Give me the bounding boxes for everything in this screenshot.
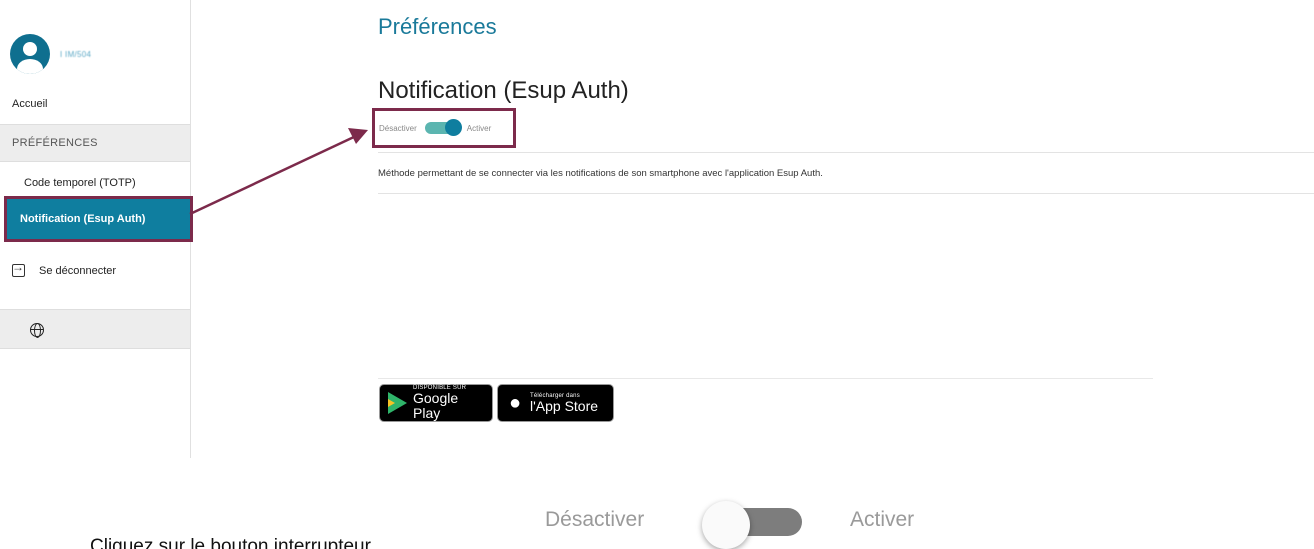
google-play-big-text: Google Play — [413, 390, 459, 422]
toggle-on-label: Activer — [466, 123, 492, 133]
toggle-off-label: Désactiver — [379, 123, 417, 133]
toggle-knob — [702, 501, 750, 549]
google-play-badge[interactable]: DISPONIBLE SUR Google Play — [379, 384, 493, 422]
sidebar-item-totp[interactable]: Code temporel (TOTP) — [24, 177, 136, 189]
globe-icon — [30, 323, 44, 338]
nav-home-link[interactable]: Accueil — [12, 98, 47, 110]
divider — [378, 193, 1314, 194]
page-title: Préférences — [378, 14, 497, 39]
sidebar: I IM/504 Accueil PRÉFÉRENCES Code tempor… — [0, 0, 193, 458]
method-description: Méthode permettant de se connecter via l… — [378, 168, 823, 179]
user-info: I IM/504 — [10, 34, 91, 74]
divider — [378, 152, 1314, 153]
google-play-icon — [388, 392, 407, 414]
big-toggle-switch[interactable] — [702, 501, 804, 549]
annotation-arrow — [189, 128, 368, 216]
big-toggle-off-label: Désactiver — [545, 508, 645, 531]
logout-link[interactable]: Se déconnecter — [12, 260, 117, 277]
big-toggle-on-label: Activer — [850, 508, 915, 531]
esup-auth-toggle[interactable] — [424, 119, 462, 136]
app-store-big-text: l'App Store — [530, 397, 599, 414]
avatar-icon — [10, 34, 50, 74]
language-selector[interactable] — [0, 309, 190, 349]
app-store-badge[interactable]: ● Télécharger dans l'App Store — [497, 384, 614, 422]
logout-icon — [12, 260, 25, 277]
instruction-caption: Cliquez sur le bouton interrupteur — [90, 536, 371, 549]
toggle-highlight: Désactiver Activer — [372, 108, 516, 148]
apple-icon: ● — [508, 392, 522, 414]
logout-label: Se déconnecter — [39, 264, 117, 277]
nav-section-preferences[interactable]: PRÉFÉRENCES — [0, 124, 190, 162]
divider — [378, 378, 1153, 379]
section-title: Notification (Esup Auth) — [378, 77, 629, 104]
sidebar-item-esup-auth[interactable]: Notification (Esup Auth) — [4, 196, 193, 242]
user-name: I IM/504 — [60, 49, 92, 59]
